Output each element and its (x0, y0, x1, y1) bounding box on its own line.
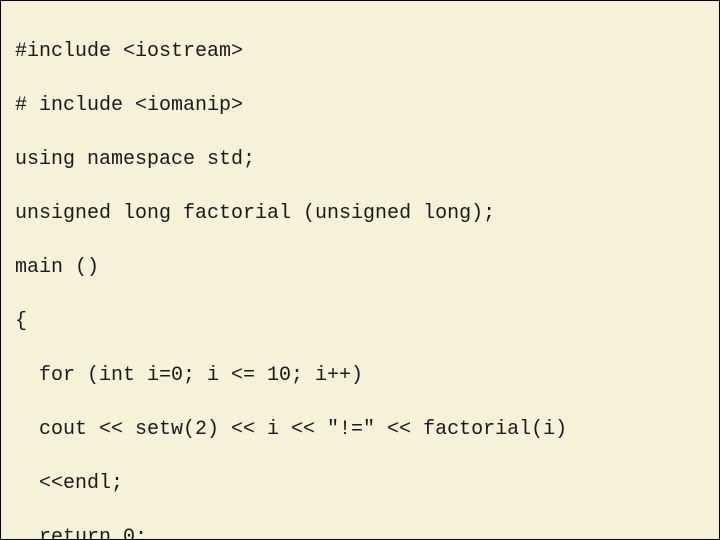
code-document: #include <iostream> # include <iomanip> … (0, 0, 720, 540)
code-line: cout << setw(2) << i << "!=" << factoria… (15, 416, 705, 443)
code-line: { (15, 308, 705, 335)
code-line: <<endl; (15, 470, 705, 497)
code-line: #include <iostream> (15, 38, 705, 65)
code-line: unsigned long factorial (unsigned long); (15, 200, 705, 227)
code-line: for (int i=0; i <= 10; i++) (15, 362, 705, 389)
code-line: return 0; (15, 524, 705, 540)
code-line: # include <iomanip> (15, 92, 705, 119)
code-line: using namespace std; (15, 146, 705, 173)
code-line: main () (15, 254, 705, 281)
